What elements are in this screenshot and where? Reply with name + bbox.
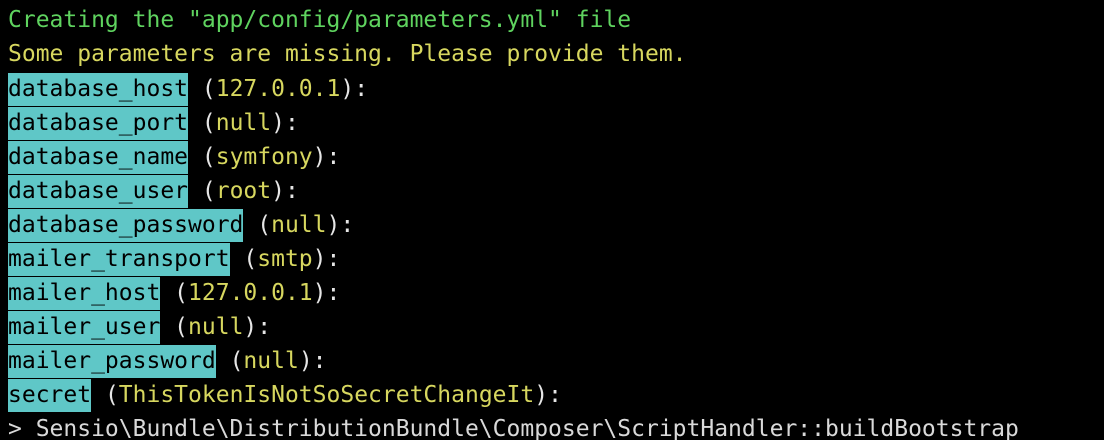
prompt-default: null <box>215 110 272 136</box>
prompt-default: ThisTokenIsNotSoSecretChangeIt <box>118 382 535 408</box>
close-paren: ): <box>340 76 369 102</box>
open-paren: ( <box>229 246 258 272</box>
close-paren: ): <box>271 178 299 204</box>
prompt-default: symfony <box>215 144 313 170</box>
prompt-default: smtp <box>257 246 313 272</box>
prompt-line-database-name: database_name (symfony): <box>8 141 340 174</box>
prompt-key: mailer_user <box>8 311 161 344</box>
script-handler-command: > Sensio\Bundle\DistributionBundle\Compo… <box>8 416 1019 440</box>
close-paren: ): <box>312 144 341 170</box>
open-paren: ( <box>188 178 216 204</box>
prompt-line-secret: secret (ThisTokenIsNotSoSecretChangeIt): <box>8 379 562 412</box>
open-paren: ( <box>160 314 189 340</box>
prompt-default: null <box>271 212 327 238</box>
prompt-line-database-port: database_port (null): <box>8 107 299 140</box>
prompt-key: mailer_password <box>8 345 216 378</box>
close-paren: ): <box>271 110 299 136</box>
prompt-key: database_password <box>8 209 244 242</box>
close-paren: ): <box>243 314 272 340</box>
prompt-key: secret <box>8 379 92 412</box>
prompt-default: null <box>188 314 244 340</box>
prompt-key: database_port <box>8 107 189 140</box>
prompt-line-database-user: database_user (root): <box>8 175 299 208</box>
open-paren: ( <box>160 280 189 306</box>
prompt-line-mailer-transport: mailer_transport (smtp): <box>8 243 340 276</box>
prompt-key: database_user <box>8 175 189 208</box>
close-paren: ): <box>298 348 327 374</box>
prompt-key: database_name <box>8 141 189 174</box>
terminal-window[interactable]: Creating the "app/config/parameters.yml"… <box>0 0 1104 440</box>
prompt-line-mailer-password: mailer_password (null): <box>8 345 327 378</box>
open-paren: ( <box>243 212 272 238</box>
close-paren: ): <box>534 382 562 408</box>
close-paren: ): <box>312 280 341 306</box>
prompt-default: 127.0.0.1 <box>215 76 341 102</box>
open-paren: ( <box>215 348 244 374</box>
prompt-key: mailer_transport <box>8 243 230 276</box>
close-paren: ): <box>326 212 355 238</box>
prompt-default: 127.0.0.1 <box>188 280 313 306</box>
prompt-key: mailer_host <box>8 277 161 310</box>
open-paren: ( <box>188 144 216 170</box>
prompt-key: database_host <box>8 73 189 106</box>
close-paren: ): <box>312 246 341 272</box>
creating-file-message: Creating the "app/config/parameters.yml"… <box>8 7 632 33</box>
prompt-line-mailer-host: mailer_host (127.0.0.1): <box>8 277 340 310</box>
open-paren: ( <box>188 110 216 136</box>
prompt-line-mailer-user: mailer_user (null): <box>8 311 271 344</box>
prompt-line-database-password: database_password (null): <box>8 209 354 242</box>
prompt-default: root <box>215 178 272 204</box>
prompt-default: null <box>243 348 299 374</box>
open-paren: ( <box>91 382 119 408</box>
missing-parameters-message: Some parameters are missing. Please prov… <box>8 41 687 67</box>
prompt-line-database-host: database_host (127.0.0.1): <box>8 73 368 106</box>
open-paren: ( <box>188 76 216 102</box>
